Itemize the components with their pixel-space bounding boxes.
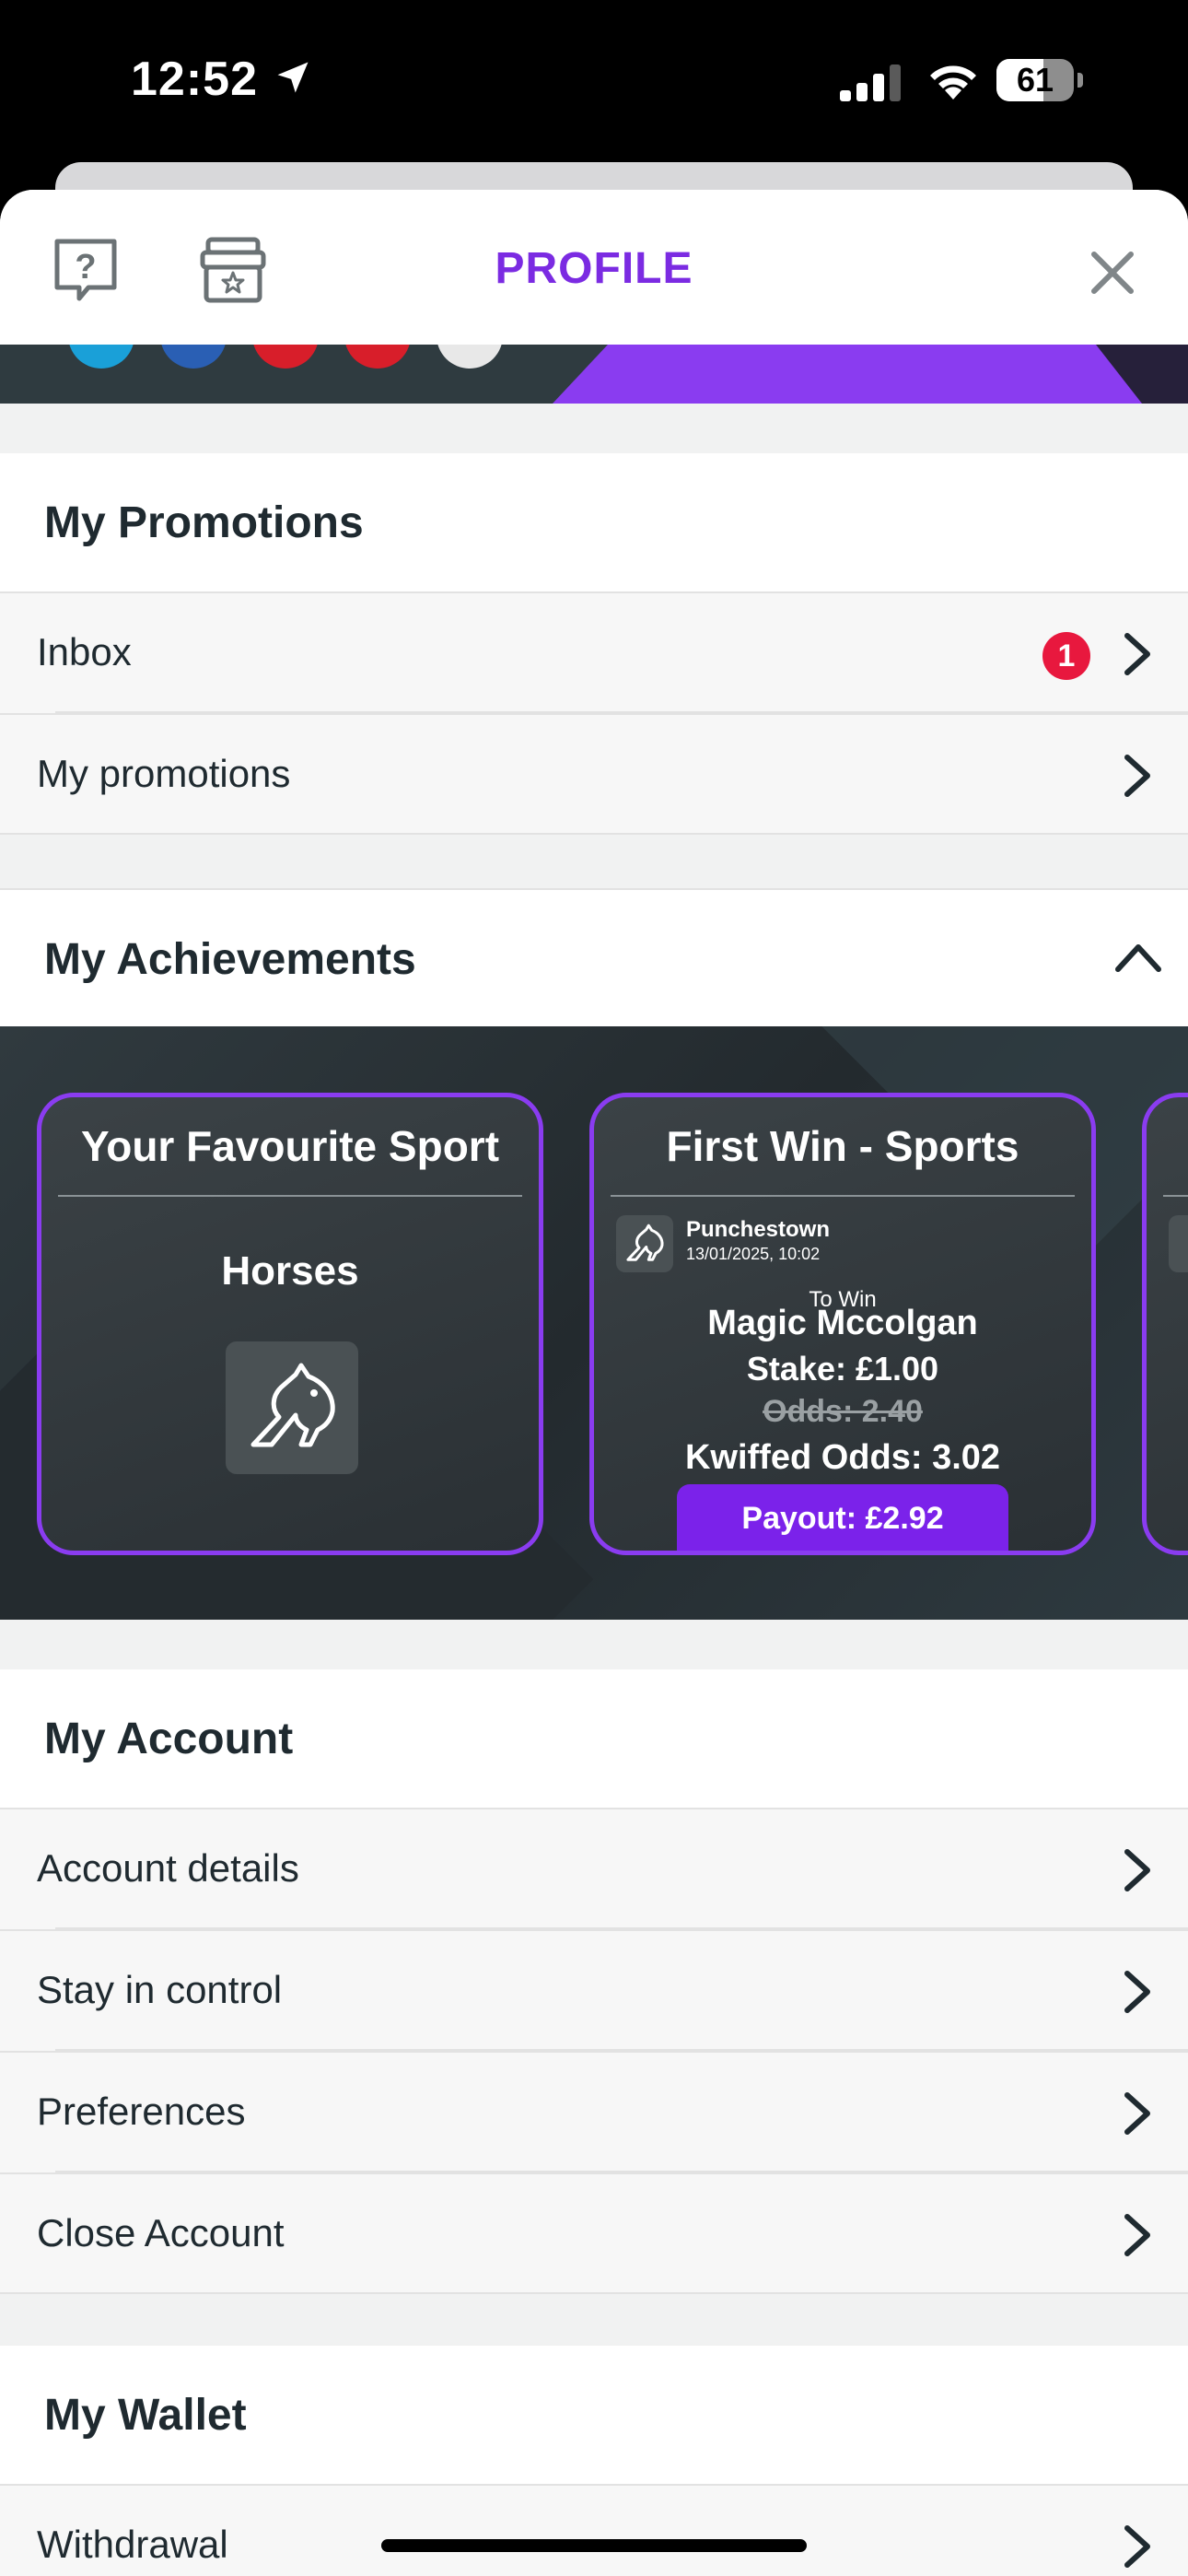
card-title: First Win - Sports — [666, 1122, 1019, 1170]
preferences-row[interactable]: Preferences — [0, 2051, 1188, 2172]
promotions-section-header: My Promotions — [0, 453, 1188, 591]
achievements-section-header[interactable]: My Achievements — [0, 888, 1188, 1026]
account-title: My Account — [44, 1715, 294, 1763]
sheet-header: ? PROFILE — [0, 190, 1188, 345]
close-account-label: Close Account — [37, 2211, 285, 2254]
original-odds: Odds: 2.40 — [763, 1394, 923, 1429]
horse-icon — [1169, 1215, 1188, 1272]
signal-icon — [840, 64, 901, 101]
chevron-right-icon — [1124, 2092, 1150, 2135]
account-details-row[interactable]: Account details — [0, 1808, 1188, 1929]
home-indicator[interactable] — [381, 2539, 807, 2552]
chevron-up-icon[interactable] — [1112, 936, 1164, 977]
preferences-label: Preferences — [37, 2090, 246, 2133]
card-title: Your Favourite Sport — [80, 1122, 500, 1170]
race-name: Punchestown — [686, 1217, 831, 1242]
stay-in-control-row[interactable]: Stay in control — [0, 1929, 1188, 2051]
wallet-title: My Wallet — [44, 2391, 247, 2440]
kwiffed-odds: Kwiffed Odds: 3.02 — [684, 1438, 1001, 1477]
chevron-right-icon — [1124, 2525, 1150, 2568]
profile-sheet: ? PROFILE My Promotions Inbox 1 My promo… — [0, 190, 1188, 2576]
inbox-badge: 1 — [1042, 632, 1090, 680]
battery-icon: 61 — [996, 59, 1083, 101]
stay-in-control-label: Stay in control — [37, 1968, 283, 2011]
profile-banner — [0, 345, 1188, 404]
location-arrow-icon — [277, 62, 309, 93]
wallet-section-header: My Wallet — [0, 2346, 1188, 2484]
inbox-label: Inbox — [37, 630, 132, 673]
chevron-right-icon — [1124, 1971, 1150, 2013]
achievements-carousel[interactable]: Your Favourite Sport Horses First Win - … — [0, 1026, 1188, 1620]
race-date: 13/01/2025, 10:02 — [686, 1245, 821, 1263]
achievement-card-next[interactable] — [1142, 1093, 1188, 1555]
payout-badge: Payout: £2.92 — [677, 1484, 1008, 1551]
promotions-title: My Promotions — [44, 498, 364, 547]
withdrawal-label: Withdrawal — [37, 2523, 228, 2566]
withdrawal-row[interactable]: Withdrawal — [0, 2484, 1188, 2576]
achievement-card-first-win[interactable]: First Win - Sports Punchestown 13/01/202… — [589, 1093, 1096, 1555]
chevron-right-icon — [1124, 755, 1150, 797]
horse-tile — [226, 1341, 358, 1474]
account-section-header: My Account — [0, 1669, 1188, 1808]
close-icon[interactable] — [1087, 247, 1138, 299]
inbox-row[interactable]: Inbox 1 — [0, 591, 1188, 713]
banner-avatars — [69, 345, 502, 369]
achievement-card-favourite-sport[interactable]: Your Favourite Sport Horses — [37, 1093, 543, 1555]
store-icon[interactable] — [199, 236, 267, 304]
status-time: 12:52 — [131, 53, 258, 106]
my-promotions-label: My promotions — [37, 752, 291, 795]
account-details-label: Account details — [37, 1846, 299, 1890]
achievements-title: My Achievements — [44, 935, 416, 984]
close-account-row[interactable]: Close Account — [0, 2172, 1188, 2294]
chevron-right-icon — [1124, 1849, 1150, 1891]
svg-text:?: ? — [75, 248, 96, 287]
battery-percentage: 61 — [1016, 61, 1054, 99]
status-bar: 12:52 61 — [0, 0, 1188, 166]
chevron-right-icon — [1124, 633, 1150, 675]
help-icon[interactable]: ? — [52, 236, 120, 304]
favourite-sport: Horses — [221, 1248, 359, 1294]
my-promotions-row[interactable]: My promotions — [0, 713, 1188, 835]
horse-icon — [616, 1215, 673, 1272]
stake: Stake: £1.00 — [746, 1350, 939, 1388]
selection-name: Magic Mccolgan — [707, 1304, 978, 1342]
horse-icon — [250, 1363, 335, 1447]
chevron-right-icon — [1124, 2214, 1150, 2256]
wifi-icon — [930, 65, 976, 100]
page-title: PROFILE — [495, 244, 693, 293]
